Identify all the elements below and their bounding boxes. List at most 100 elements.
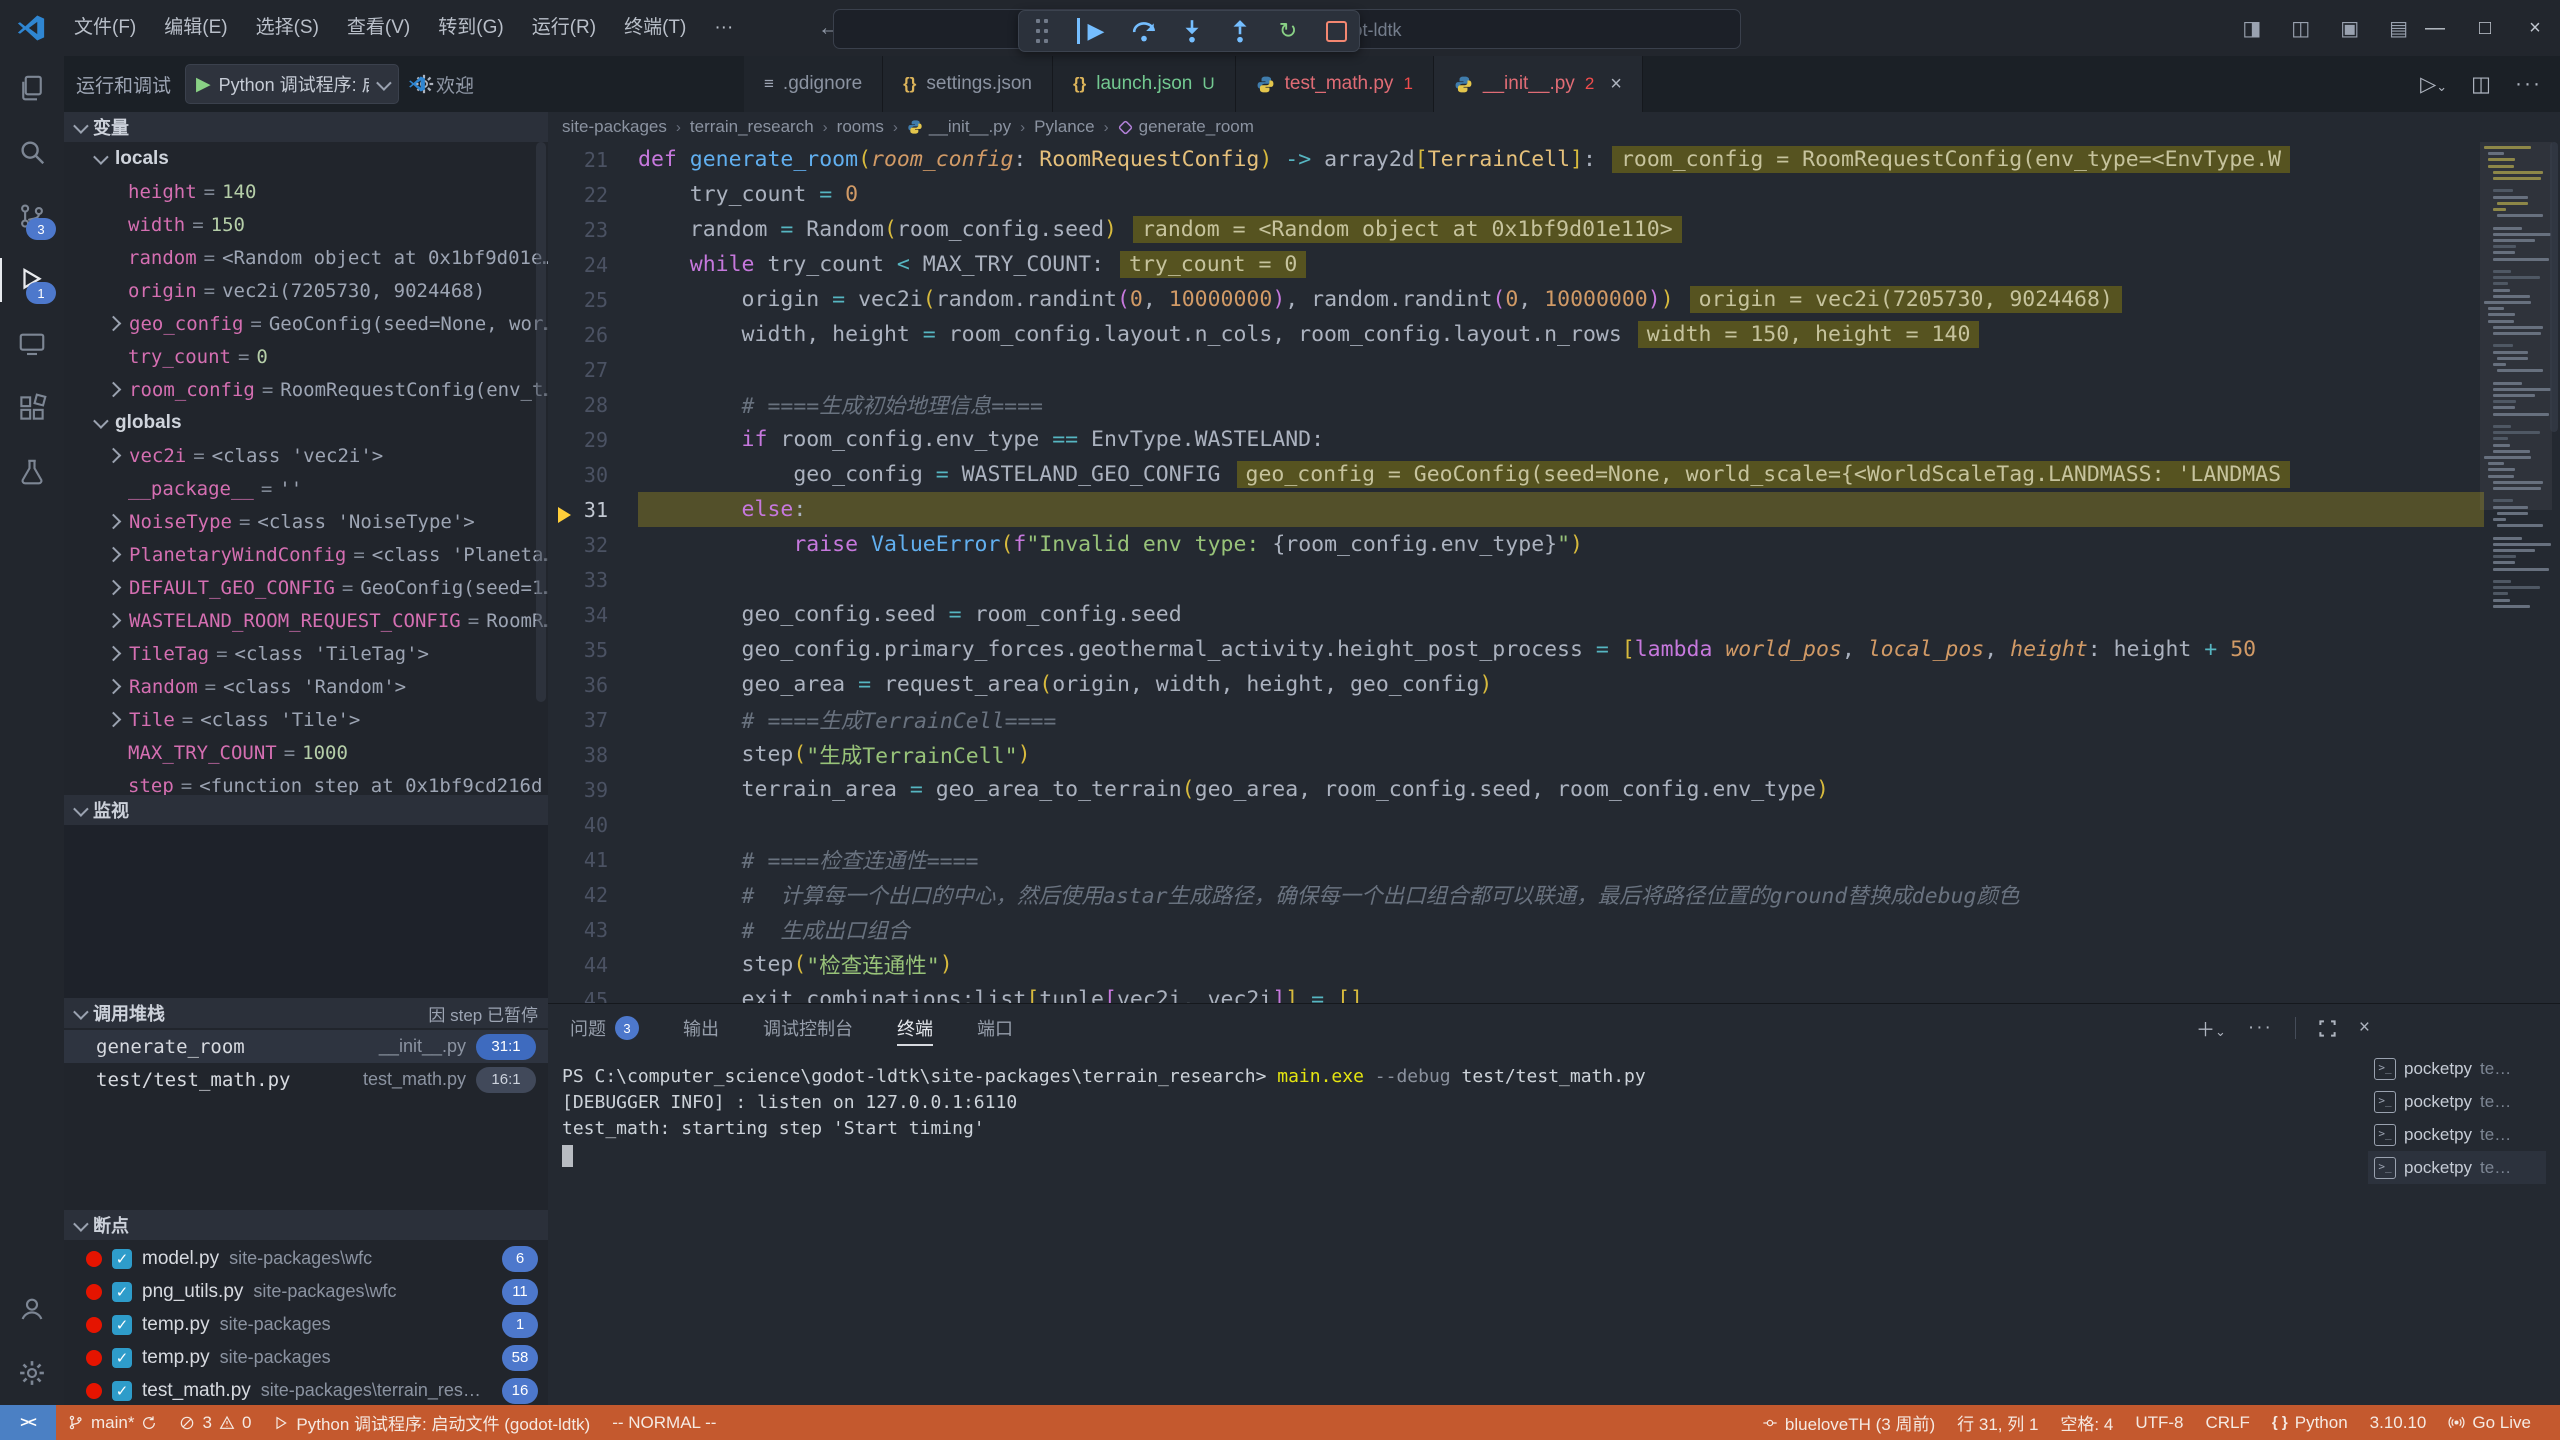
breakpoint-row[interactable]: ✓temp.pysite-packages58 bbox=[64, 1341, 548, 1374]
line-number[interactable]: 30 bbox=[548, 463, 638, 487]
breakpoint-checkbox[interactable]: ✓ bbox=[112, 1381, 132, 1401]
breakpoint-checkbox[interactable]: ✓ bbox=[112, 1315, 132, 1335]
activity-testing[interactable] bbox=[0, 440, 64, 504]
line-number[interactable]: 42 bbox=[548, 883, 638, 907]
minimap[interactable] bbox=[2484, 142, 2548, 1003]
toggle-secondary-sidebar-icon[interactable]: ▣ bbox=[2340, 16, 2359, 41]
line-number[interactable]: 37 bbox=[548, 708, 638, 732]
launch-config-select[interactable]: ▶ Python 调试程序: 启: bbox=[185, 64, 399, 104]
variable-row[interactable]: vec2i=<class 'vec2i'> bbox=[64, 439, 548, 472]
status-item[interactable]: -- NORMAL -- bbox=[601, 1405, 727, 1440]
terminal-output[interactable]: PS C:\computer_science\godot-ldtk\site-p… bbox=[562, 1064, 2352, 1167]
code-line[interactable]: 25 origin = vec2i(random.randint(0, 1000… bbox=[548, 282, 2484, 317]
variable-row[interactable]: origin=vec2i(7205730, 9024468) bbox=[64, 274, 548, 307]
minimize-button[interactable]: — bbox=[2410, 0, 2460, 56]
code-line[interactable]: 35 geo_config.primary_forces.geothermal_… bbox=[548, 632, 2484, 667]
line-number[interactable]: 41 bbox=[548, 848, 638, 872]
breakpoint-row[interactable]: ✓png_utils.pysite-packages\wfc11 bbox=[64, 1275, 548, 1308]
customize-layout-icon[interactable]: ▤ bbox=[2389, 16, 2408, 41]
breadcrumb-item[interactable]: Pylance bbox=[1034, 117, 1094, 137]
continue-icon[interactable]: ▶ bbox=[1077, 18, 1109, 44]
breakpoints-section-header[interactable]: 断点 bbox=[64, 1210, 548, 1240]
breadcrumb-item[interactable]: site-packages bbox=[562, 117, 667, 137]
activity-run-debug[interactable]: 1 bbox=[0, 248, 64, 312]
variable-row[interactable]: PlanetaryWindConfig=<class 'Planeta… bbox=[64, 538, 548, 571]
menu-item[interactable]: 转到(G) bbox=[424, 10, 517, 46]
callstack-row[interactable]: generate_room__init__.py31:1 bbox=[64, 1030, 548, 1063]
status-item[interactable]: 30 bbox=[168, 1405, 262, 1440]
panel-tab-端口[interactable]: 端口 bbox=[977, 1004, 1013, 1052]
line-number[interactable]: 25 bbox=[548, 288, 638, 312]
code-line[interactable]: 37 # ====生成TerrainCell==== bbox=[548, 702, 2484, 737]
close-button[interactable]: × bbox=[2510, 0, 2560, 56]
line-number[interactable]: 34 bbox=[548, 603, 638, 627]
step-out-icon[interactable] bbox=[1227, 18, 1253, 44]
line-number[interactable]: 44 bbox=[548, 953, 638, 977]
variable-row[interactable]: TileTag=<class 'TileTag'> bbox=[64, 637, 548, 670]
breakpoint-checkbox[interactable]: ✓ bbox=[112, 1249, 132, 1269]
status-item[interactable]: Python 调试程序: 启动文件 (godot-ldtk) bbox=[262, 1405, 601, 1440]
activity-account[interactable] bbox=[0, 1277, 64, 1341]
maximize-panel-icon[interactable] bbox=[2318, 1019, 2337, 1038]
variable-row[interactable]: NoiseType=<class 'NoiseType'> bbox=[64, 505, 548, 538]
line-number[interactable]: 35 bbox=[548, 638, 638, 662]
line-number[interactable]: 43 bbox=[548, 918, 638, 942]
breadcrumb-item[interactable]: __init__.py bbox=[907, 117, 1011, 137]
breakpoint-checkbox[interactable]: ✓ bbox=[112, 1282, 132, 1302]
code-line[interactable]: 22 try_count = 0 bbox=[548, 177, 2484, 212]
breakpoint-checkbox[interactable]: ✓ bbox=[112, 1348, 132, 1368]
menu-item[interactable]: 文件(F) bbox=[60, 10, 150, 46]
breadcrumb-item[interactable]: rooms bbox=[837, 117, 884, 137]
terminal-list-item[interactable]: >_pocketpyte… bbox=[2368, 1085, 2546, 1118]
line-number[interactable]: 33 bbox=[548, 568, 638, 592]
variable-scope-row[interactable]: locals bbox=[64, 142, 548, 175]
panel-tab-终端[interactable]: 终端 bbox=[897, 1004, 933, 1052]
activity-remote-explorer[interactable] bbox=[0, 312, 64, 376]
breadcrumb-item[interactable]: terrain_research bbox=[690, 117, 814, 137]
code-line[interactable]: 43 # 生成出口组合 bbox=[548, 912, 2484, 947]
status-item[interactable]: CRLF bbox=[2194, 1405, 2260, 1440]
activity-settings[interactable] bbox=[0, 1341, 64, 1405]
variable-row[interactable]: geo_config=GeoConfig(seed=None, wor… bbox=[64, 307, 548, 340]
line-number[interactable]: 24 bbox=[548, 253, 638, 277]
tab-欢迎[interactable]: 欢迎 bbox=[388, 56, 494, 112]
code-line[interactable]: 33 bbox=[548, 562, 2484, 597]
line-number[interactable]: 40 bbox=[548, 813, 638, 837]
editor-more-actions-icon[interactable]: ··· bbox=[2515, 72, 2542, 96]
drag-handle-icon[interactable] bbox=[1029, 18, 1055, 44]
variable-row[interactable]: MAX_TRY_COUNT=1000 bbox=[64, 736, 548, 769]
code-line[interactable]: 28 # ====生成初始地理信息==== bbox=[548, 387, 2484, 422]
editor-scrollbar[interactable] bbox=[2548, 142, 2560, 1003]
breakpoint-row[interactable]: ✓temp.pysite-packages1 bbox=[64, 1308, 548, 1341]
split-editor-icon[interactable]: ◫ bbox=[2471, 72, 2491, 97]
code-line[interactable]: 21def generate_room(room_config: RoomReq… bbox=[548, 142, 2484, 177]
panel-tab-调试控制台[interactable]: 调试控制台 bbox=[763, 1004, 853, 1052]
code-line[interactable]: 38 step("生成TerrainCell") bbox=[548, 737, 2484, 772]
menu-item[interactable]: ··· bbox=[700, 10, 747, 46]
code-line[interactable]: 39 terrain_area = geo_area_to_terrain(ge… bbox=[548, 772, 2484, 807]
menu-item[interactable]: 选择(S) bbox=[242, 10, 333, 46]
run-python-file-icon[interactable]: ▷⌄ bbox=[2420, 72, 2447, 97]
line-number[interactable]: 21 bbox=[548, 148, 638, 172]
status-item[interactable]: 3.10.10 bbox=[2359, 1405, 2438, 1440]
activity-explorer[interactable] bbox=[0, 56, 64, 120]
line-number[interactable]: 32 bbox=[548, 533, 638, 557]
activity-extensions[interactable] bbox=[0, 376, 64, 440]
code-line[interactable]: 27 bbox=[548, 352, 2484, 387]
toggle-panel-icon[interactable]: ◨ bbox=[2242, 16, 2261, 41]
terminal-list-item[interactable]: >_pocketpyte… bbox=[2368, 1052, 2546, 1085]
line-number[interactable]: 23 bbox=[548, 218, 638, 242]
status-item[interactable]: blueloveTH (3 周前) bbox=[1751, 1405, 1946, 1440]
line-number[interactable]: 27 bbox=[548, 358, 638, 382]
code-line[interactable]: 31 else: bbox=[548, 492, 2484, 527]
variable-row[interactable]: room_config=RoomRequestConfig(env_t… bbox=[64, 373, 548, 406]
code-line[interactable]: 40 bbox=[548, 807, 2484, 842]
code-line[interactable]: 23 random = Random(room_config.seed)rand… bbox=[548, 212, 2484, 247]
close-panel-icon[interactable]: × bbox=[2359, 1017, 2370, 1039]
step-over-icon[interactable] bbox=[1131, 18, 1157, 44]
activity-source-control[interactable]: 3 bbox=[0, 184, 64, 248]
start-debug-icon[interactable]: ▶ bbox=[196, 73, 211, 96]
terminal-list-item[interactable]: >_pocketpyte… bbox=[2368, 1151, 2546, 1184]
menu-item[interactable]: 运行(R) bbox=[518, 10, 610, 46]
breadcrumb-item[interactable]: generate_room bbox=[1118, 117, 1254, 137]
